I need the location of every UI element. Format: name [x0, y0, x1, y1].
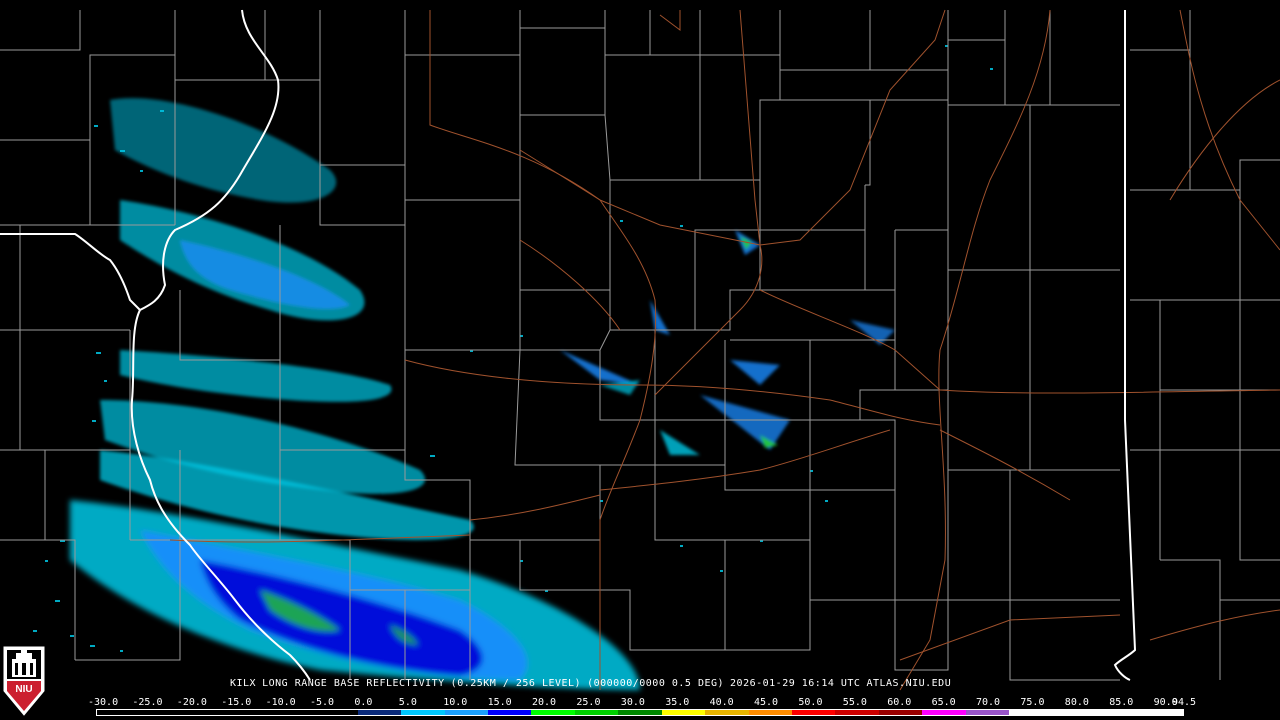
scale-label: 94.5: [1172, 697, 1197, 708]
scale-label: -15.0: [221, 697, 252, 708]
scale-label: -30.0: [88, 697, 119, 708]
scale-swatch: [792, 710, 836, 715]
niu-tower-icon: NIU: [3, 646, 45, 716]
scale-label: -25.0: [132, 697, 163, 708]
scale-swatch: [661, 710, 706, 715]
scale-label: 70.0: [976, 697, 1001, 708]
scale-swatch: [487, 710, 532, 715]
product-resolution: (0.25KM / 256 LEVEL): [450, 678, 582, 689]
echo-band-northwest: [110, 98, 365, 321]
scale-swatch: [270, 710, 315, 715]
scale-label: 0.0: [354, 697, 373, 708]
scale-label: 60.0: [887, 697, 912, 708]
scale-swatch: [531, 710, 575, 715]
reflectivity-color-scale: [96, 709, 1184, 716]
scale-label: 85.0: [1109, 697, 1134, 708]
scale-swatch: [97, 710, 141, 715]
radar-echoes: [33, 45, 993, 690]
volume-info: (000000/0000 0.5 DEG): [587, 678, 725, 689]
scale-swatch: [1009, 710, 1053, 715]
scale-swatch: [748, 710, 792, 715]
scale-label: -10.0: [265, 697, 296, 708]
station-id: KILX: [230, 678, 257, 689]
scale-swatch: [357, 710, 402, 715]
scale-label: 75.0: [1020, 697, 1045, 708]
scale-swatch: [965, 710, 1010, 715]
scale-swatch: [835, 710, 879, 715]
scale-swatch: [183, 710, 228, 715]
scale-label: 25.0: [576, 697, 601, 708]
scale-label: 30.0: [620, 697, 645, 708]
svg-text:NIU: NIU: [15, 684, 32, 695]
niu-logo: NIU: [2, 645, 46, 717]
product-caption: KILX LONG RANGE BASE REFLECTIVITY (0.25KM …: [230, 678, 957, 689]
scale-label: 15.0: [487, 697, 512, 708]
scale-label: 10.0: [443, 697, 468, 708]
scale-swatch: [574, 710, 619, 715]
scale-swatch: [140, 710, 184, 715]
scale-label: 35.0: [665, 697, 690, 708]
scale-swatch: [444, 710, 488, 715]
scale-label: 65.0: [931, 697, 956, 708]
scale-label: 40.0: [709, 697, 734, 708]
scale-label: -5.0: [310, 697, 335, 708]
scale-swatch: [1096, 710, 1140, 715]
scale-label: 45.0: [754, 697, 779, 708]
scale-swatch: [1139, 710, 1183, 715]
scale-label: -20.0: [176, 697, 207, 708]
color-scale-labels: -30.0 -25.0 -20.0 -15.0 -10.0 -5.0 0.0 5.0 10.0 1…: [88, 697, 1202, 709]
product-name: LONG RANGE BASE REFLECTIVITY: [262, 678, 445, 689]
scan-timestamp: 2026-01-29 16:14 UTC: [730, 678, 861, 689]
scale-label: 5.0: [398, 697, 417, 708]
echo-band-west: [100, 350, 474, 540]
radar-map-canvas: [0, 9, 1280, 691]
scale-swatch: [401, 710, 445, 715]
scale-label: 55.0: [842, 697, 867, 708]
scale-swatch: [314, 710, 358, 715]
source-url: ATLAS.NIU.EDU: [866, 678, 952, 689]
scale-swatch: [705, 710, 749, 715]
scale-label: 50.0: [798, 697, 823, 708]
scale-swatch: [618, 710, 662, 715]
scale-swatch: [1052, 710, 1097, 715]
scale-label: 80.0: [1064, 697, 1089, 708]
scale-label: 20.0: [532, 697, 557, 708]
scale-swatch: [878, 710, 923, 715]
scale-swatch: [922, 710, 966, 715]
radar-map-view: NIU KILX LONG RANGE BASE REFLECTIVITY (0.2…: [0, 0, 1280, 720]
scale-swatch: [227, 710, 271, 715]
